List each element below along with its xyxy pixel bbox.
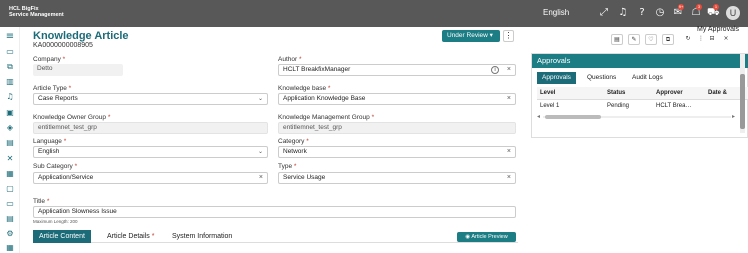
grid-icon[interactable]: ▦	[5, 169, 15, 179]
brand-product: Service Management	[9, 12, 64, 18]
owner-group-field: entitlemnet_test_grp	[33, 122, 268, 134]
language-select[interactable]: English ⌄	[33, 146, 268, 158]
document-icon[interactable]: ▤	[5, 138, 15, 148]
type-field[interactable]: Service Usage ×	[278, 172, 516, 184]
server-icon[interactable]: ▭	[5, 199, 15, 209]
column-header: Status	[607, 87, 656, 99]
owner-group-label: Knowledge Owner Group *	[33, 114, 111, 121]
status-label: Under Review	[447, 32, 488, 39]
approvals-header: Approvals	[532, 54, 748, 68]
title-label: Title *	[33, 198, 50, 205]
company-field: Detto	[33, 64, 123, 76]
bell-icon[interactable]: ♫	[5, 92, 15, 102]
scroll-left-icon[interactable]: ◂	[537, 113, 540, 120]
column-header: Approver	[656, 87, 708, 99]
chevron-down-icon: ⌄	[257, 149, 263, 155]
avatar[interactable]: U	[726, 6, 740, 20]
tab-questions[interactable]: Questions	[587, 72, 616, 84]
title-input[interactable]: Application Slowness Issue	[33, 206, 516, 218]
print-icon[interactable]: ▤	[611, 34, 623, 45]
author-field[interactable]: HCLT BreakfixManager i ×	[278, 64, 516, 76]
my-approvals-tooltip: My Approvals	[697, 26, 740, 33]
tab-audit-logs[interactable]: Audit Logs	[632, 72, 663, 84]
more-actions-button[interactable]: ⋮	[503, 30, 514, 42]
tab-approvals[interactable]: Approvals	[537, 72, 576, 84]
column-header: Level	[537, 87, 607, 99]
author-label: Author *	[278, 56, 302, 63]
approvals-icon[interactable]: ⊟	[706, 34, 718, 45]
scroll-thumb[interactable]	[740, 74, 745, 129]
sub-category-field[interactable]: Application/Service ×	[33, 172, 268, 184]
bell-icon[interactable]: ♫	[617, 7, 629, 19]
eye-icon: ◉	[465, 234, 471, 240]
max-length-hint: Maximum Length: 200	[33, 219, 78, 224]
cart-badge: 1	[713, 4, 719, 10]
scroll-thumb[interactable]	[545, 115, 601, 119]
article-preview-button[interactable]: ◉ Article Preview	[457, 232, 516, 242]
help-icon[interactable]: ?	[636, 7, 648, 19]
clear-category-icon[interactable]: ×	[507, 147, 511, 157]
language-label: Language *	[33, 138, 67, 145]
expand-icon[interactable]: ⤢	[598, 7, 610, 19]
layers-icon[interactable]: ▢	[5, 184, 15, 194]
settings-icon[interactable]: ⚙	[5, 229, 15, 239]
article-type-select[interactable]: Case Reports ⌄	[33, 93, 268, 105]
info-icon[interactable]: i	[491, 66, 499, 74]
management-group-field: entitlemnet_test_grp	[278, 122, 516, 134]
box-icon[interactable]: ▣	[5, 108, 15, 118]
type-label: Type *	[278, 163, 297, 170]
notifications-badge: 3	[696, 4, 702, 10]
database-icon[interactable]: ▤	[5, 214, 15, 224]
chevron-down-icon: ▾	[489, 32, 493, 39]
tab-article-content[interactable]: Article Content	[33, 230, 91, 243]
approvals-panel: Approvals Approvals Questions Audit Logs…	[531, 53, 748, 138]
chevron-down-icon: ⌄	[257, 96, 263, 102]
chart-icon[interactable]: ▥	[5, 77, 15, 87]
company-label: Company *	[33, 56, 66, 63]
history-icon[interactable]: ◷	[654, 7, 666, 19]
clear-sub-category-icon[interactable]: ×	[259, 173, 263, 183]
table-cell: Level 1	[540, 103, 560, 109]
clear-type-icon[interactable]: ×	[507, 173, 511, 183]
close-icon[interactable]: ×	[720, 34, 732, 45]
page-title: Knowledge Article	[33, 30, 129, 42]
thumbs-up-icon[interactable]: ♡	[645, 34, 657, 45]
language-selector[interactable]: English	[543, 8, 569, 17]
tools-icon[interactable]: ✕	[5, 154, 15, 164]
tab-article-details[interactable]: Article Details *	[107, 230, 154, 243]
sidebar: ≡ ▭ ⧉ ▥ ♫ ▣ ◈ ▤ ✕ ▦ ▢ ▭ ▤ ⚙ ▦	[0, 27, 20, 253]
table-cell: Pending	[607, 103, 630, 109]
brand-logo[interactable]: HCL BigFix Service Management	[9, 6, 64, 18]
article-number: KA0000000008905	[33, 42, 93, 49]
article-type-label: Article Type *	[33, 85, 72, 92]
category-field[interactable]: Network ×	[278, 146, 516, 158]
cube-icon[interactable]: ◈	[5, 123, 15, 133]
clear-kb-icon[interactable]: ×	[507, 94, 511, 104]
status-dropdown[interactable]: Under Review ▾	[442, 30, 500, 42]
knowledge-base-field[interactable]: Application Knowledge Base ×	[278, 93, 516, 105]
copy-icon[interactable]: ⧉	[5, 62, 15, 72]
table-cell: HCLT Brea…	[656, 103, 692, 109]
monitor-icon[interactable]: ▭	[5, 47, 15, 57]
top-bar: HCL BigFix Service Management English ⤢ …	[0, 0, 748, 27]
copy-icon[interactable]: ⧉	[662, 34, 674, 45]
management-group-label: Knowledge Management Group *	[278, 114, 375, 121]
refresh-icon[interactable]: ↻	[682, 34, 694, 45]
sub-category-label: Sub Category *	[33, 163, 78, 170]
category-label: Category *	[278, 138, 309, 145]
menu-icon[interactable]: ≡	[5, 32, 15, 42]
tab-system-information[interactable]: System Information	[172, 230, 232, 243]
content-tabs: Article Content Article Details * System…	[33, 230, 518, 243]
vertical-scrollbar[interactable]	[740, 54, 745, 133]
attach-icon[interactable]: ✎	[628, 34, 640, 45]
clear-author-icon[interactable]: ×	[507, 65, 511, 75]
inbox-badge: 9+	[678, 4, 684, 10]
knowledge-base-label: Knowledge base *	[278, 85, 331, 92]
horizontal-scrollbar[interactable]: ◂ ▸	[537, 113, 737, 120]
calendar-icon[interactable]: ▦	[5, 243, 15, 253]
scroll-right-icon[interactable]: ▸	[732, 113, 735, 120]
